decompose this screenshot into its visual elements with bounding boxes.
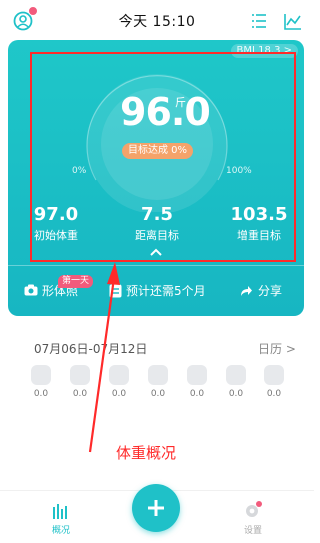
day-weight-value: 0.0 (111, 389, 127, 399)
day-weight-value: 0.0 (72, 389, 88, 399)
day-face-icon[interactable] (109, 365, 129, 385)
card-divider (8, 265, 304, 266)
day-face-icon[interactable] (264, 365, 284, 385)
tab-overview[interactable]: 概况 (52, 523, 70, 536)
day-face-icon[interactable] (70, 365, 90, 385)
list-icon[interactable] (250, 12, 268, 30)
week-date-range: 07月06日-07月12日 (34, 342, 148, 356)
day-face-icon[interactable] (226, 365, 246, 385)
settings-notification-dot (256, 501, 262, 507)
plus-icon[interactable] (146, 498, 166, 518)
share-icon[interactable] (240, 285, 253, 297)
day-face-icon[interactable] (31, 365, 51, 385)
day-weight-value: 0.0 (33, 389, 49, 399)
forecast-text[interactable]: 预计还需5个月 (126, 283, 206, 299)
day-face-icon[interactable] (148, 365, 168, 385)
first-day-badge: 第一天 (58, 275, 94, 288)
tab-settings[interactable]: 设置 (244, 523, 262, 536)
share-button[interactable]: 分享 (258, 283, 282, 299)
highlight-box (30, 52, 296, 262)
day-face-icon[interactable] (187, 365, 207, 385)
day-weight-value: 0.0 (266, 389, 282, 399)
day-weight-value: 0.0 (228, 389, 244, 399)
trend-chart-icon[interactable] (284, 12, 302, 30)
annotation-label: 体重概况 (116, 444, 177, 462)
overview-tab-icon[interactable] (52, 503, 68, 519)
forecast-icon (109, 284, 122, 298)
calendar-link[interactable]: 日历 > (258, 340, 296, 357)
camera-icon[interactable] (24, 284, 38, 296)
day-weight-value: 0.0 (150, 389, 166, 399)
day-weight-value: 0.0 (189, 389, 205, 399)
